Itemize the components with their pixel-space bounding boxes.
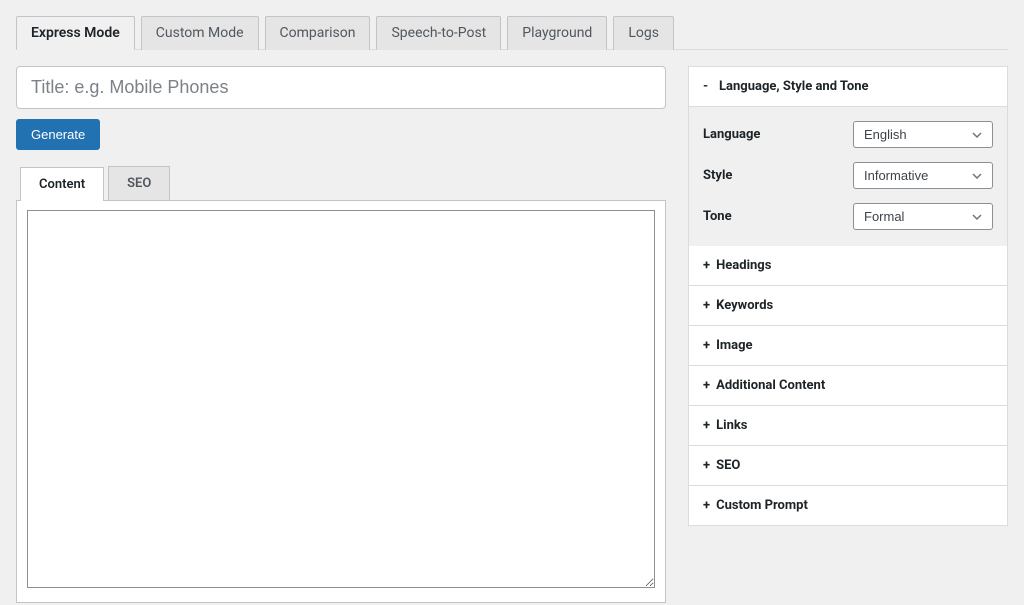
- section-title: SEO: [716, 458, 740, 473]
- tab-speech-to-post[interactable]: Speech-to-Post: [376, 16, 501, 50]
- tab-custom-mode[interactable]: Custom Mode: [141, 16, 259, 50]
- generate-button[interactable]: Generate: [16, 119, 100, 150]
- section-title: Additional Content: [716, 378, 825, 393]
- sub-tabs: Content SEO: [20, 166, 666, 200]
- label-language: Language: [703, 127, 853, 142]
- content-wrapper: [16, 200, 666, 603]
- section-title: Custom Prompt: [716, 498, 808, 513]
- section-title: Keywords: [716, 298, 773, 313]
- label-style: Style: [703, 168, 853, 183]
- expand-icon: +: [703, 458, 710, 473]
- top-tabs: Express Mode Custom Mode Comparison Spee…: [16, 16, 1008, 50]
- section-title: Links: [716, 418, 747, 433]
- collapse-icon: -: [703, 79, 713, 94]
- section-body-language: Language English Style Informative Tone: [689, 107, 1007, 246]
- select-style[interactable]: Informative: [853, 162, 993, 189]
- tab-playground[interactable]: Playground: [507, 16, 607, 50]
- section-image[interactable]: + Image: [689, 326, 1007, 366]
- tab-express-mode[interactable]: Express Mode: [16, 16, 135, 50]
- expand-icon: +: [703, 298, 710, 313]
- tab-comparison[interactable]: Comparison: [265, 16, 371, 50]
- section-title: Headings: [716, 258, 771, 273]
- expand-icon: +: [703, 498, 710, 513]
- select-tone[interactable]: Formal: [853, 203, 993, 230]
- expand-icon: +: [703, 338, 710, 353]
- title-input[interactable]: [16, 66, 666, 109]
- section-links[interactable]: + Links: [689, 406, 1007, 446]
- content-textarea[interactable]: [27, 210, 655, 588]
- section-title: Image: [716, 338, 752, 353]
- section-keywords[interactable]: + Keywords: [689, 286, 1007, 326]
- expand-icon: +: [703, 378, 710, 393]
- label-tone: Tone: [703, 209, 853, 224]
- expand-icon: +: [703, 258, 710, 273]
- tab-logs[interactable]: Logs: [613, 16, 674, 50]
- subtab-content[interactable]: Content: [20, 167, 104, 201]
- section-seo[interactable]: + SEO: [689, 446, 1007, 486]
- subtab-seo[interactable]: SEO: [108, 166, 170, 200]
- expand-icon: +: [703, 418, 710, 433]
- section-headings[interactable]: + Headings: [689, 246, 1007, 286]
- section-language-style-tone[interactable]: - Language, Style and Tone: [689, 67, 1007, 107]
- select-language[interactable]: English: [853, 121, 993, 148]
- section-title: Language, Style and Tone: [719, 79, 869, 94]
- settings-panel: - Language, Style and Tone Language Engl…: [688, 66, 1008, 526]
- section-custom-prompt[interactable]: + Custom Prompt: [689, 486, 1007, 525]
- section-additional-content[interactable]: + Additional Content: [689, 366, 1007, 406]
